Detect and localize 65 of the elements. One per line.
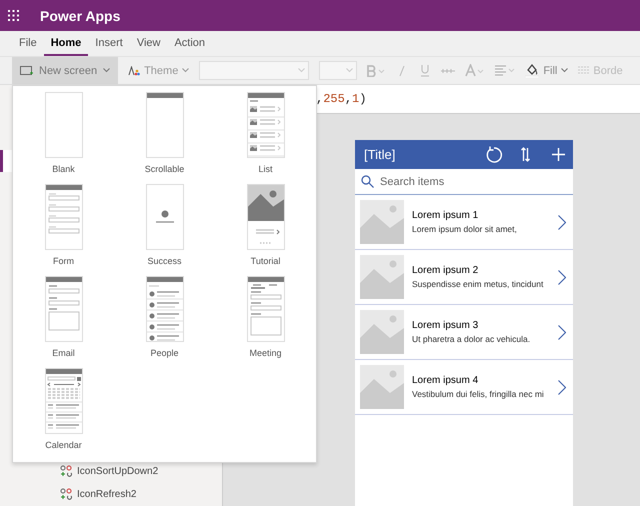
item-title: Lorem ipsum 1 <box>412 210 480 221</box>
chevron-right-icon[interactable] <box>558 324 566 340</box>
menu-tab[interactable]: File <box>12 37 44 56</box>
item-subtitle: Ut pharetra a dolor ac vehicula. <box>412 334 532 344</box>
image-placeholder-icon <box>360 200 404 244</box>
menu-tab[interactable]: Insert <box>88 37 130 56</box>
add-icon[interactable] <box>552 148 565 161</box>
list-item[interactable]: Lorem ipsum 3 Ut pharetra a dolor ac vehicula. <box>355 305 573 360</box>
caret-icon <box>346 68 354 73</box>
menu-tab[interactable]: Action <box>167 37 212 56</box>
template-thumbnail-drawing <box>44 92 82 158</box>
template-thumbnail-drawing <box>146 184 184 250</box>
screen-template[interactable]: People <box>146 276 184 368</box>
screen-template[interactable]: Email <box>44 276 82 368</box>
image-placeholder-icon <box>360 255 404 299</box>
screen-template[interactable]: Blank <box>44 92 82 184</box>
screen-template[interactable]: Tutorial <box>246 184 284 276</box>
item-title: Lorem ipsum 4 <box>412 375 480 386</box>
template-thumbnail-drawing <box>146 276 184 342</box>
new-screen-icon <box>20 66 33 76</box>
list-item[interactable]: Lorem ipsum 2 Suspendisse enim metus, tincidunt <box>355 250 573 305</box>
chevron-right-icon[interactable] <box>558 214 566 230</box>
search-icon <box>361 175 374 188</box>
control-icon <box>60 488 72 500</box>
caret-icon <box>182 68 190 73</box>
app-title: Power Apps <box>40 8 120 24</box>
template-thumbnail-drawing <box>246 184 284 250</box>
image-placeholder-icon <box>360 310 404 354</box>
screen-template[interactable]: Success <box>146 184 184 276</box>
menu-tab[interactable]: View <box>130 37 168 56</box>
template-thumbnail-drawing <box>44 276 82 342</box>
item-subtitle: Lorem ipsum dolor sit amet, <box>412 224 518 234</box>
chevron-right-icon[interactable] <box>558 380 566 394</box>
font-color-icon[interactable] <box>465 64 486 77</box>
screen-template[interactable]: Calendar <box>44 368 82 460</box>
screen-title: [Title] <box>364 147 396 162</box>
chevron-right-icon[interactable] <box>558 270 566 284</box>
template-thumbnail-drawing <box>246 276 284 342</box>
caret-icon <box>103 68 110 73</box>
control-icon <box>60 465 72 477</box>
screen-template[interactable]: Meeting <box>246 276 284 368</box>
tree-item[interactable]: IconRefresh2 <box>60 486 222 502</box>
item-subtitle: Vestibulum dui felis, fringilla nec mi <box>412 389 545 399</box>
item-title: Lorem ipsum 3 <box>412 320 480 331</box>
template-thumbnail-drawing <box>246 92 284 158</box>
border-icon <box>578 66 590 75</box>
image-placeholder-icon <box>360 365 404 409</box>
sort-icon[interactable] <box>521 147 530 162</box>
refresh-icon[interactable] <box>485 146 503 164</box>
template-thumbnail-drawing <box>44 368 82 434</box>
list-item[interactable]: Lorem ipsum 1 Lorem ipsum dolor sit amet, <box>355 195 573 250</box>
screen-template[interactable]: Form <box>44 184 82 276</box>
search-field[interactable]: Search items <box>355 169 573 195</box>
item-title: Lorem ipsum 2 <box>412 265 480 276</box>
caret-icon <box>298 68 306 73</box>
theme-icon <box>128 66 140 76</box>
caret-icon <box>561 68 568 73</box>
template-thumbnail-drawing <box>44 184 82 250</box>
paint-bucket-icon <box>525 63 540 78</box>
app-launcher-icon[interactable] <box>8 10 20 22</box>
tree-item[interactable]: IconSortUpDown2 <box>60 463 222 479</box>
item-subtitle: Suspendisse enim metus, tincidunt <box>412 279 544 289</box>
template-thumbnail-drawing <box>146 92 184 158</box>
list-item[interactable]: Lorem ipsum 4 Vestibulum dui felis, fringilla nec mi <box>355 360 573 415</box>
screen-template[interactable]: Scrollable <box>144 92 184 184</box>
